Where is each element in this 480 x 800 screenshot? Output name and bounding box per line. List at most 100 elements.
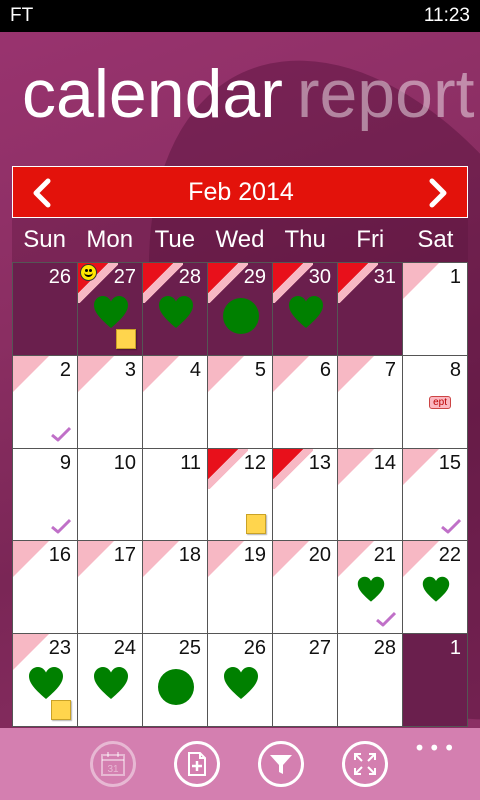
checkmark-icon (51, 518, 72, 534)
day-number: 17 (113, 544, 136, 567)
fertile-marker (13, 541, 49, 578)
day-number: 24 (113, 637, 136, 660)
more-options-button[interactable]: ••• (414, 736, 458, 760)
day-cell[interactable]: 16 (13, 541, 78, 635)
checkmark-icon (441, 518, 462, 534)
next-month-button[interactable] (421, 177, 453, 209)
carrier-name: FT (10, 5, 34, 26)
day-cell[interactable]: 27 (78, 263, 143, 356)
day-cell[interactable]: 1 (403, 634, 468, 727)
marker-stripe (208, 448, 248, 489)
filter-button[interactable] (258, 741, 304, 787)
day-number: 31 (373, 266, 396, 288)
day-cell[interactable]: 24 (78, 634, 143, 727)
marker-stripe (273, 448, 313, 489)
fertile-marker (273, 355, 309, 392)
day-number: 18 (178, 544, 201, 567)
day-cell[interactable]: 23 (13, 634, 78, 727)
day-cell[interactable]: 1 (403, 263, 468, 356)
event-tag: ept (429, 395, 451, 409)
day-number: 6 (319, 358, 331, 381)
day-cell[interactable]: 18 (143, 541, 208, 635)
day-number: 14 (373, 451, 396, 474)
day-cell[interactable]: 13 (273, 448, 338, 542)
weekday-label: Sat (417, 226, 454, 253)
day-number: 3 (124, 358, 136, 381)
day-cell[interactable]: 22 (403, 541, 468, 635)
day-number: 22 (438, 544, 461, 567)
heart-icon (28, 666, 64, 702)
day-cell[interactable]: 11 (143, 448, 208, 542)
day-number: 27 (308, 637, 331, 660)
heart-icon (93, 295, 129, 331)
day-cell[interactable]: 3 (78, 355, 143, 449)
calendar-header: Feb 2014 (12, 166, 468, 218)
day-cell[interactable]: 26 (208, 634, 273, 727)
day-number: 27 (113, 266, 136, 288)
day-number: 2 (59, 358, 71, 381)
panorama-item-calendar[interactable]: calendar (22, 56, 283, 132)
today-day-label: 31 (107, 764, 119, 775)
today-button[interactable]: 31 (90, 741, 136, 787)
day-number: 19 (243, 544, 266, 567)
status-clock: 11:23 (423, 5, 470, 26)
day-number: 7 (384, 358, 396, 381)
expand-button[interactable] (342, 741, 388, 787)
day-cell[interactable]: 10 (78, 448, 143, 542)
day-cell[interactable]: 9 (13, 448, 78, 542)
day-cell[interactable]: 28 (338, 634, 403, 727)
day-number: 9 (59, 451, 71, 474)
day-cell[interactable]: 29 (208, 263, 273, 356)
day-cell[interactable]: 2 (13, 355, 78, 449)
day-cell[interactable]: 12 (208, 448, 273, 542)
day-number: 4 (189, 358, 201, 381)
day-number: 20 (308, 544, 331, 567)
day-number: 8 (449, 358, 461, 381)
heart-icon (158, 295, 194, 331)
day-cell[interactable]: 19 (208, 541, 273, 635)
fertile-marker (403, 448, 439, 485)
day-number: 25 (178, 637, 201, 660)
day-cell[interactable]: 5 (208, 355, 273, 449)
fertile-marker (78, 541, 114, 578)
day-cell[interactable]: 31 (338, 263, 403, 356)
heart-icon (223, 666, 259, 702)
smiley-icon (80, 264, 97, 281)
weekday-label: Wed (215, 226, 265, 253)
add-note-button[interactable] (174, 741, 220, 787)
fertile-marker (13, 355, 49, 392)
chevron-right-icon (429, 178, 447, 208)
filter-icon (270, 755, 292, 774)
day-cell[interactable]: 30 (273, 263, 338, 356)
panorama-item-report[interactable]: report (297, 56, 475, 132)
day-number: 21 (373, 544, 396, 567)
marker-stripe (208, 263, 248, 303)
day-cell[interactable]: 26 (13, 263, 78, 356)
day-number: 29 (243, 266, 266, 288)
weekday-label: Thu (284, 226, 326, 253)
day-number: 13 (308, 451, 331, 474)
day-cell[interactable]: 15 (403, 448, 468, 542)
day-cell[interactable]: 28 (143, 263, 208, 356)
day-cell[interactable]: 21 (338, 541, 403, 635)
day-cell[interactable]: 20 (273, 541, 338, 635)
day-cell[interactable]: 4 (143, 355, 208, 449)
day-number: 15 (438, 451, 461, 474)
fertile-marker (13, 634, 49, 671)
add-note-icon (188, 752, 206, 776)
weekday-label: Mon (86, 226, 134, 253)
day-cell[interactable]: 17 (78, 541, 143, 635)
weekday-header: Sun Mon Tue Wed Thu Fri Sat (12, 218, 468, 262)
day-cell[interactable]: 27 (273, 634, 338, 727)
weekday-label: Sun (23, 226, 66, 253)
day-cell[interactable]: 6 (273, 355, 338, 449)
heart-icon (422, 576, 450, 604)
day-cell[interactable]: 7 (338, 355, 403, 449)
sticky-note-icon (116, 328, 136, 349)
expand-icon (354, 753, 376, 775)
day-cell[interactable]: 14 (338, 448, 403, 542)
day-number: 30 (308, 266, 331, 288)
fertile-marker (403, 541, 439, 578)
day-cell[interactable]: 8 ept (403, 355, 468, 449)
day-cell[interactable]: 25 (143, 634, 208, 727)
